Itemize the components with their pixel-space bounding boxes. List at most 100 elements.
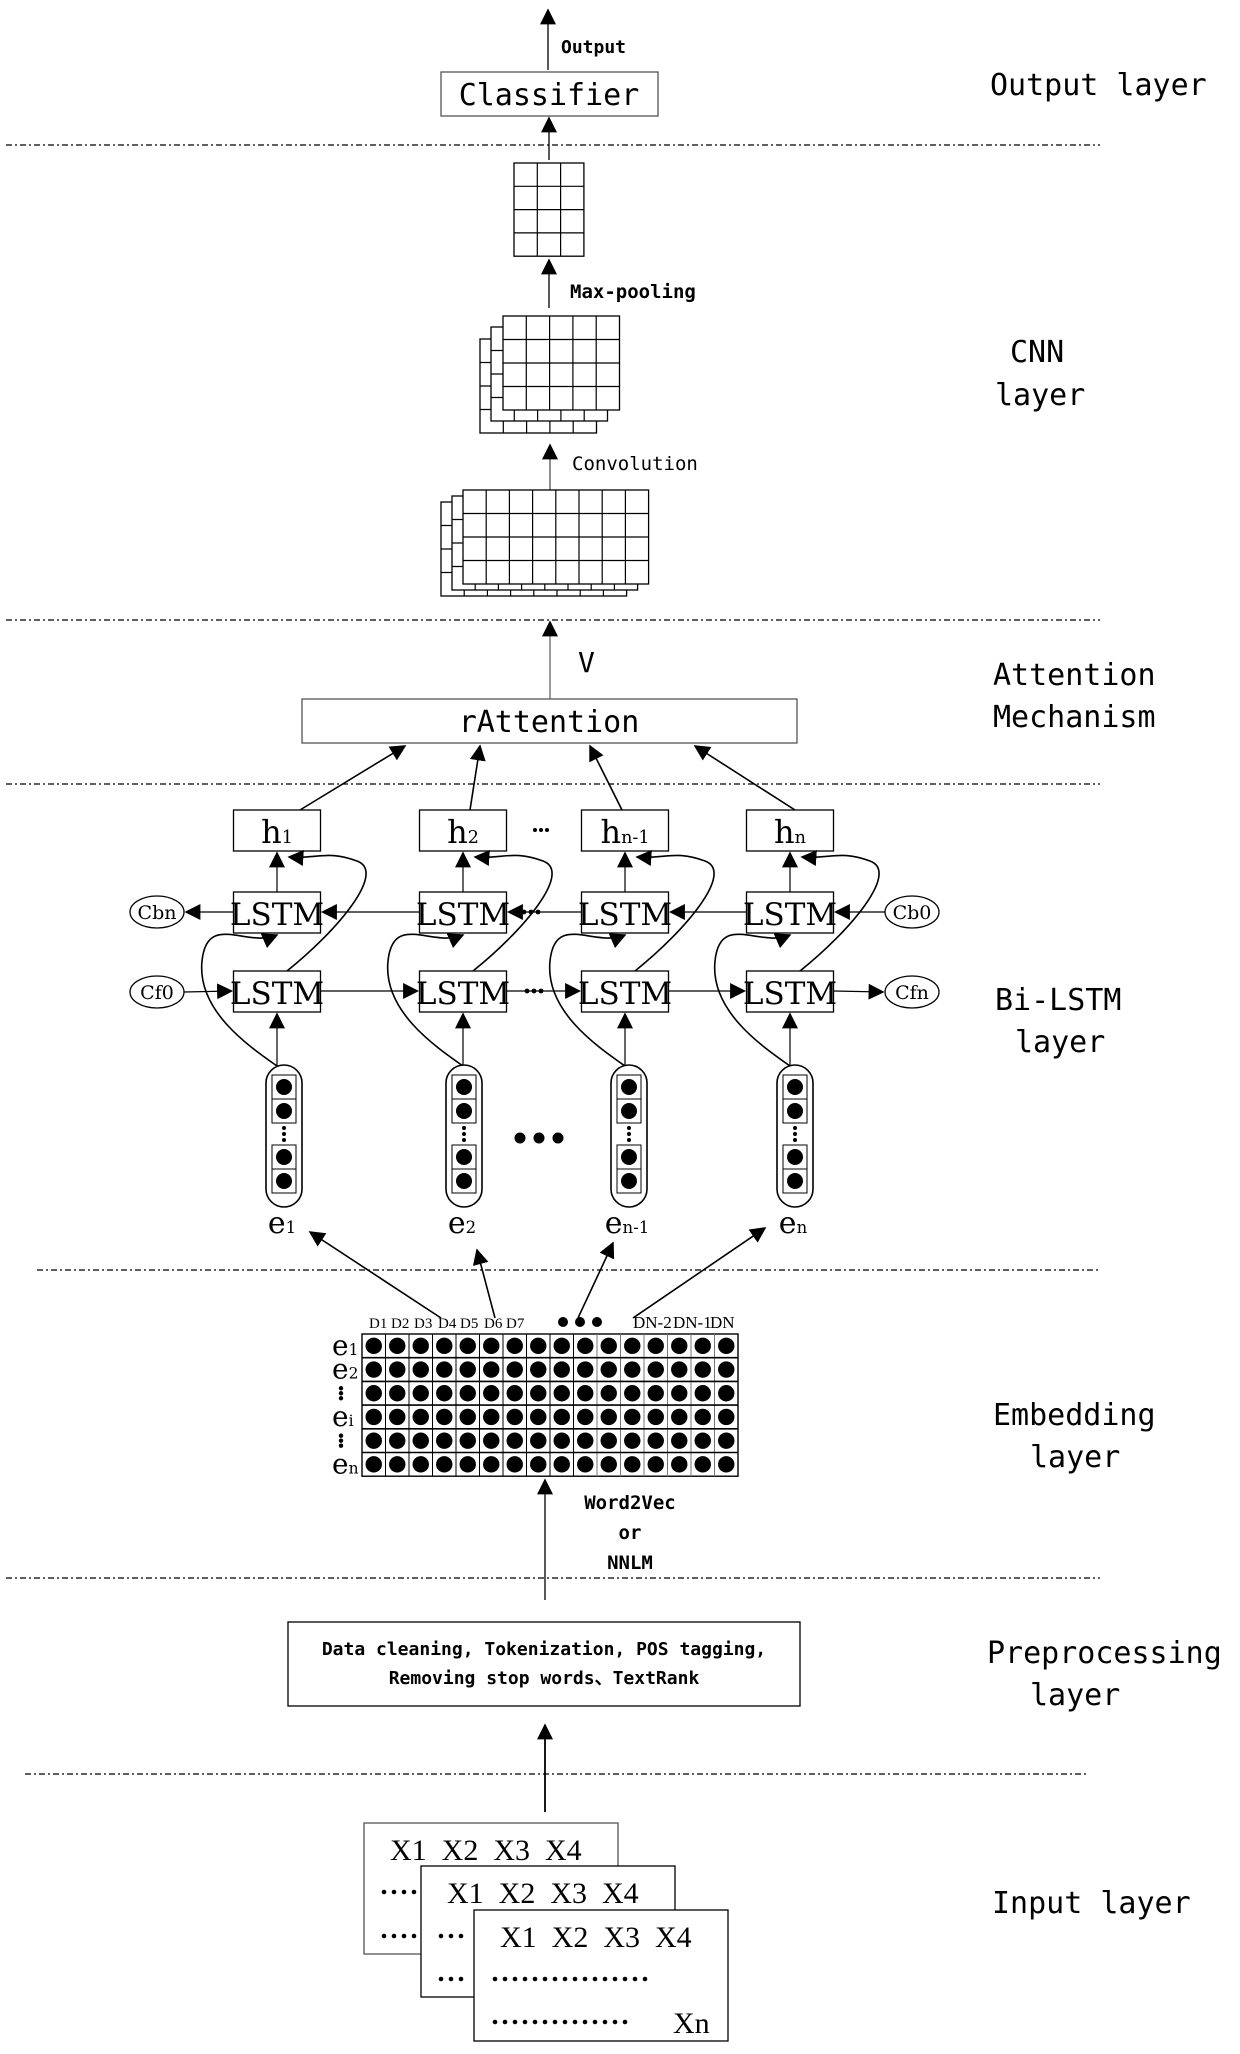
input-dot (582, 1976, 588, 1982)
input-dot (411, 1889, 417, 1895)
matrix-cell-dot (459, 1385, 476, 1402)
matrix-cell-dot (671, 1456, 688, 1473)
cell-cfn-label: Cfn (895, 982, 929, 1004)
matrix-cell-dot (412, 1408, 429, 1426)
vector-cell-dot (276, 1079, 292, 1095)
maxpool-label: Max-pooling (570, 281, 696, 303)
input-document-header: X1 X2 X3 X4 (447, 1877, 639, 1910)
ellipsis-dot (538, 988, 544, 994)
input-dot (612, 2019, 618, 2025)
vector-ellipsis-big-dot (552, 1132, 564, 1144)
matrix-cell-dot (694, 1456, 711, 1473)
matrix-row-label: en (332, 1447, 359, 1480)
backward-lstm-label: LSTM (743, 897, 837, 933)
matrix-cell-dot (671, 1385, 688, 1402)
input-dot (542, 2019, 548, 2025)
matrix-cell-dot (694, 1432, 711, 1449)
vector-ellipsis-dot (627, 1138, 631, 1142)
attention-input-arrow (469, 744, 486, 811)
input-dot (492, 2019, 498, 2025)
forward-lstm-label: LSTM (743, 976, 837, 1012)
matrix-row-label-base: e (332, 1447, 349, 1480)
input-dot (542, 1976, 548, 1982)
matrix-cell-dot (365, 1456, 382, 1473)
matrix-cell-dot (600, 1385, 617, 1402)
matrix-col-ellipsis-dot (558, 1317, 568, 1327)
bilstm-block: h1LSTMLSTMh2LSTMLSTMhn-1LSTMLSTMhnLSTMLS… (129, 744, 940, 1319)
embedding-vector-label-base: e (448, 1206, 466, 1241)
matrix-cell-dot (600, 1456, 617, 1473)
layer-label-attention-1: Attention (993, 658, 1156, 693)
matrix-cell-dot (530, 1361, 547, 1378)
matrix-cell-dot (600, 1361, 617, 1378)
matrix-cell-dot (553, 1385, 570, 1402)
embedding-vector-label-sub: n-1 (623, 1218, 650, 1237)
preprocessing-box (287, 1621, 801, 1707)
matrix-cell-dot (459, 1337, 476, 1355)
input-last-token: Xn (673, 2007, 710, 2040)
layer-label-cnn-2: layer (995, 378, 1085, 413)
backward-lstm-label: LSTM (578, 897, 672, 933)
vector-cell-dot (787, 1103, 803, 1119)
vector-ellipsis-dot (627, 1132, 631, 1136)
matrix-col-label: DN-1 (673, 1313, 712, 1332)
vector-ellipsis-dot (462, 1138, 466, 1142)
matrix-cell-dot (577, 1361, 594, 1378)
matrix-cell-dot (459, 1432, 476, 1449)
vector-cell-dot (456, 1079, 472, 1095)
vector-cell-dot (621, 1079, 637, 1095)
matrix-cell-dot (389, 1385, 406, 1402)
embedding-vector-label-sub: 2 (466, 1218, 477, 1237)
matrix-cell-dot (647, 1408, 664, 1426)
matrix-cell-dot (506, 1337, 523, 1355)
hidden-ellipsis-dot (539, 828, 543, 832)
matrix-row-ellipsis-dot (338, 1386, 344, 1391)
vector-cell-dot (787, 1173, 803, 1189)
input-document-header: X1 X2 X3 X4 (500, 1921, 692, 1954)
matrix-cell-dot (436, 1385, 453, 1402)
matrix-cell-dot (718, 1337, 735, 1355)
matrix-cell-dot (530, 1456, 547, 1473)
rattention-label: rAttention (459, 705, 640, 740)
vector-cell-dot (276, 1173, 292, 1189)
matrix-cell-dot (553, 1361, 570, 1378)
matrix-col-label: DN (710, 1313, 735, 1332)
embedding-vector-label-sub: 1 (286, 1218, 297, 1237)
input-dot (492, 1976, 498, 1982)
layer-label-bilstm-2: layer (1015, 1025, 1105, 1060)
pooled-feature-map (513, 162, 585, 257)
matrix-cell-dot (483, 1337, 500, 1355)
matrix-cell-dot (483, 1408, 500, 1426)
input-dot (458, 1976, 464, 1982)
matrix-cell-dot (412, 1432, 429, 1449)
conv-map-front (502, 315, 621, 411)
embedding-vector-label-base: e (605, 1206, 623, 1241)
input-dot (401, 1889, 407, 1895)
layer-label-output: Output layer (990, 68, 1207, 103)
ellipsis-dot (524, 988, 530, 994)
matrix-cell-dot (647, 1337, 664, 1355)
matrix-cell-dot (389, 1432, 406, 1449)
v-label: V (578, 646, 595, 679)
vector-cell-dot (621, 1173, 637, 1189)
matrix-cell-dot (647, 1385, 664, 1402)
matrix-col-label: D3 (414, 1316, 432, 1332)
input-dot (622, 2019, 628, 2025)
input-dot (401, 1933, 407, 1939)
matrix-cell-dot (459, 1456, 476, 1473)
vector-cell-dot (621, 1103, 637, 1119)
matrix-row-label-sub: i (349, 1412, 354, 1430)
input-dot (438, 1976, 444, 1982)
pool-cell-grid (513, 162, 585, 257)
attention-input-arrow (693, 745, 796, 811)
embedding-vector-label: e2 (448, 1206, 476, 1241)
matrix-cell-dot (624, 1432, 641, 1449)
input-dot (522, 1976, 528, 1982)
input-dot (448, 1976, 454, 1982)
matrix-cell-dot (577, 1432, 594, 1449)
matrix-cell-dot (530, 1432, 547, 1449)
hidden-state-label-base: h (261, 813, 282, 851)
matrix-cell-dot (718, 1408, 735, 1426)
matrix-cell-dot (389, 1361, 406, 1378)
vector-ellipsis-dot (282, 1126, 286, 1130)
